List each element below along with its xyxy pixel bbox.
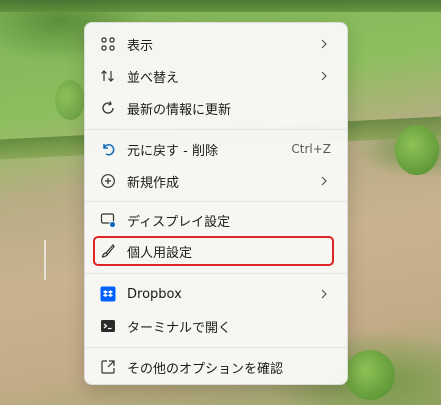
display-settings-icon [99,211,117,229]
wallpaper-post [44,240,46,280]
wallpaper-hedge [0,0,441,12]
highlight-box [93,236,334,266]
menu-separator [85,129,347,130]
menu-item-refresh[interactable]: 最新の情報に更新 [85,93,347,123]
menu-item-sort[interactable]: 並べ替え [85,61,347,91]
menu-item-new[interactable]: 新規作成 [85,166,347,196]
menu-item-label: その他のオプションを確認 [127,361,284,377]
menu-item-dropbox[interactable]: Dropbox [85,279,347,309]
dropbox-icon [99,285,117,303]
menu-item-label: 並べ替え [127,70,180,86]
refresh-icon [99,99,117,117]
shortcut-label: Ctrl+Z [291,142,331,156]
new-plus-icon [99,172,117,190]
terminal-icon [99,317,117,335]
wallpaper-tree [395,125,439,175]
chevron-right-icon [321,39,327,49]
chevron-right-icon [321,176,327,186]
menu-item-label: 元に戻す - 削除 [127,143,218,159]
view-grid-icon [99,35,117,53]
menu-item-label: 新規作成 [127,175,180,191]
menu-item-view[interactable]: 表示 [85,29,347,59]
menu-separator [85,201,347,202]
sort-icon [99,67,117,85]
more-options-icon [99,358,117,376]
menu-item-label: 表示 [127,38,154,54]
menu-item-undo-delete[interactable]: 元に戻す - 削除 Ctrl+Z [85,134,347,164]
wallpaper-tree [345,350,395,400]
chevron-right-icon [321,71,327,81]
menu-item-more-options[interactable]: その他のオプションを確認 [85,352,347,382]
menu-item-label: ディスプレイ設定 [127,214,231,230]
menu-item-open-terminal[interactable]: ターミナルで開く [85,311,347,341]
context-menu: 表示 並べ替え 最新の情報に更新 元に戻す - 削除 Ctrl+Z 新規作成 デ… [84,22,348,385]
menu-separator [85,273,347,274]
menu-item-label: ターミナルで開く [127,320,232,336]
undo-icon [99,140,117,158]
menu-item-label: Dropbox [127,286,182,302]
wallpaper-tree [55,80,85,120]
menu-item-display-settings[interactable]: ディスプレイ設定 [85,205,347,235]
chevron-right-icon [321,289,327,299]
menu-item-label: 最新の情報に更新 [127,102,232,118]
menu-separator [85,347,347,348]
